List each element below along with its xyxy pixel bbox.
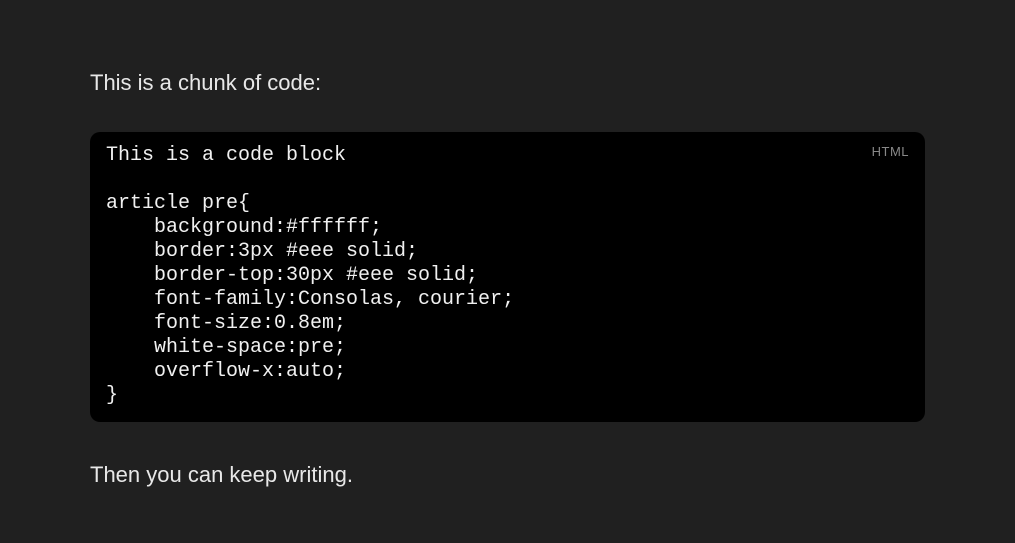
outro-paragraph: Then you can keep writing. [90, 462, 925, 488]
code-content[interactable]: This is a code block article pre{ backgr… [106, 144, 909, 408]
code-language-badge: HTML [872, 144, 909, 159]
code-block: HTML This is a code block article pre{ b… [90, 132, 925, 422]
intro-paragraph: This is a chunk of code: [90, 70, 925, 96]
